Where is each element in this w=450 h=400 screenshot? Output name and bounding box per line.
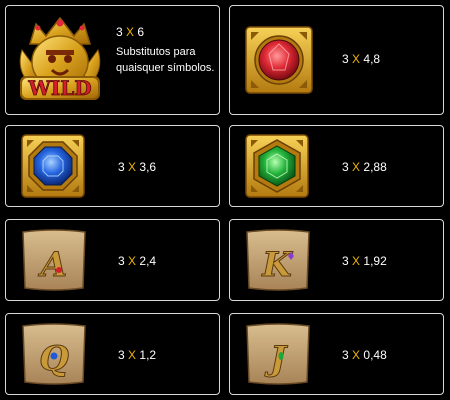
paytable-card-letter-k: K 3 X 1,92 <box>229 219 444 301</box>
payout-wild: 3 X 6 <box>116 25 145 39</box>
letter-a-symbol-icon: A <box>22 229 86 291</box>
payout-letter-q: 3 X 1,2 <box>118 348 157 362</box>
wild-description: Substitutos para quaisquer símbolos. <box>116 46 215 74</box>
payout-letter-j: 3 X 0,48 <box>342 348 387 362</box>
paytable-card-blue-gem: 3 X 3,6 <box>5 125 220 207</box>
red-gem-symbol-icon <box>245 26 313 94</box>
wild-banner-text: WILD <box>27 76 91 100</box>
paytable-card-wild: WILD 3 X 6 Substitutos para quaisquer sí… <box>5 5 220 115</box>
green-gem-symbol-icon <box>245 134 309 198</box>
blue-gem-symbol-icon <box>21 134 85 198</box>
paytable-card-letter-a: A 3 X 2,4 <box>5 219 220 301</box>
wild-symbol-icon: WILD <box>19 16 101 100</box>
paytable-card-letter-j: J 3 X 0,48 <box>229 313 444 395</box>
payout-green-gem: 3 X 2,88 <box>342 160 387 174</box>
letter-j-symbol-icon: J <box>246 323 310 385</box>
payout-letter-a: 3 X 2,4 <box>118 254 157 268</box>
payout-blue-gem: 3 X 3,6 <box>118 160 157 174</box>
paytable-card-letter-q: Q 3 X 1,2 <box>5 313 220 395</box>
paytable-card-green-gem: 3 X 2,88 <box>229 125 444 207</box>
svg-text:K: K <box>261 245 293 285</box>
svg-text:A: A <box>38 245 67 285</box>
payout-letter-k: 3 X 1,92 <box>342 254 387 268</box>
paytable-card-red-gem: 3 X 4,8 <box>229 5 444 115</box>
letter-q-symbol-icon: Q <box>22 323 86 385</box>
payout-red-gem: 3 X 4,8 <box>342 52 381 66</box>
letter-k-symbol-icon: K <box>246 229 310 291</box>
